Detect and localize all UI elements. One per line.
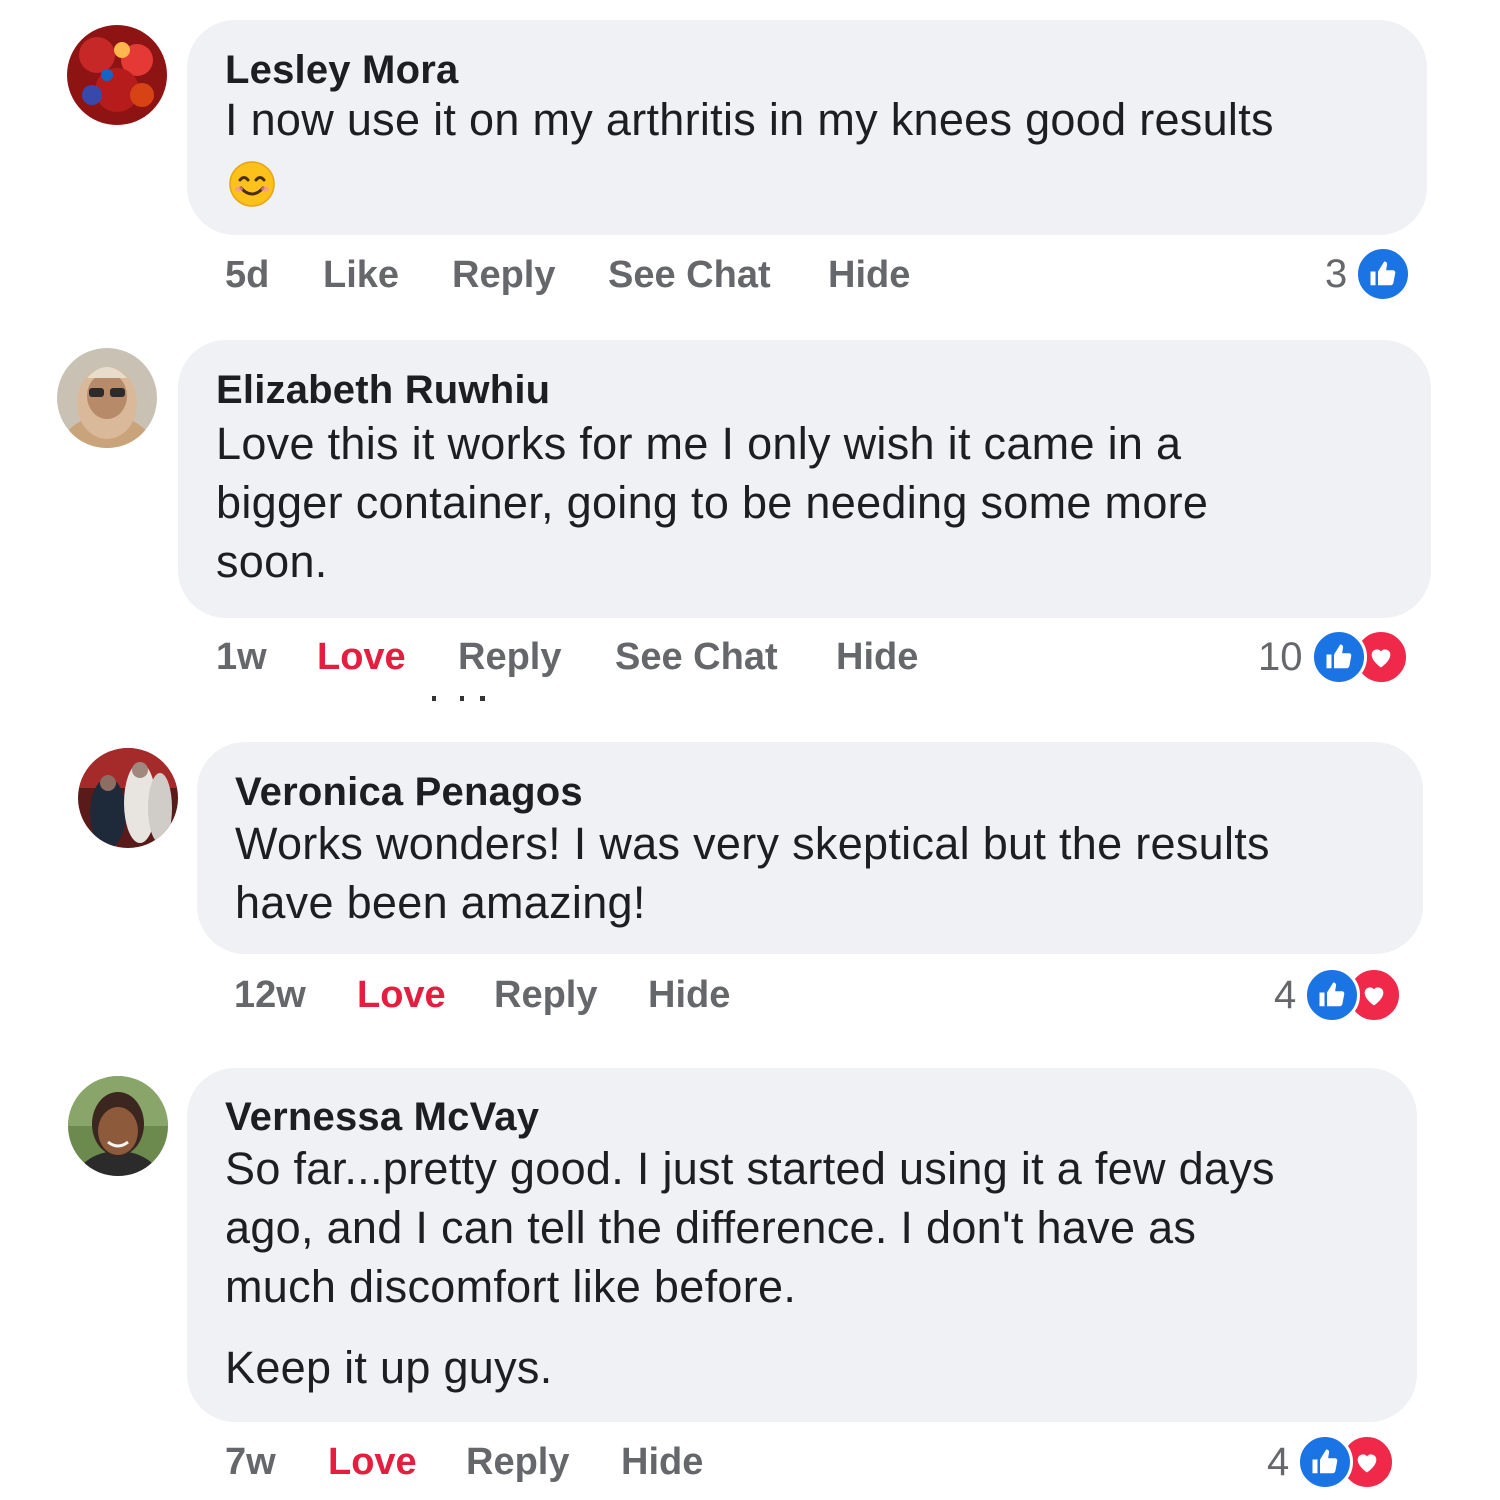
comment-author[interactable]: Veronica Penagos — [235, 770, 583, 815]
comment-text: Love this it works for me I only wish it… — [216, 414, 1208, 591]
reply-button[interactable]: Reply — [458, 636, 615, 679]
comment-timestamp[interactable]: 1w — [216, 636, 317, 679]
comment-author[interactable]: Vernessa McVay — [225, 1095, 539, 1140]
avatar-image — [68, 1076, 168, 1176]
reaction-count: 4 — [1274, 972, 1297, 1017]
comment-timestamp[interactable]: 12w — [234, 974, 357, 1017]
comment-text-line: Works wonders! I was very skeptical but … — [235, 818, 1270, 869]
reaction-count: 3 — [1325, 251, 1348, 296]
hide-button[interactable]: Hide — [836, 636, 918, 679]
like-reaction-icon — [1310, 629, 1367, 685]
comment-timestamp[interactable]: 5d — [225, 254, 323, 297]
avatar[interactable] — [57, 348, 157, 448]
comment-text-line: much discomfort like before. — [225, 1261, 797, 1312]
hide-button[interactable]: Hide — [648, 974, 730, 1017]
reaction-count: 10 — [1258, 634, 1303, 679]
reaction-summary[interactable]: 4 — [1274, 965, 1403, 1025]
reply-button[interactable]: Reply — [494, 974, 648, 1017]
comment-timestamp[interactable]: 7w — [225, 1441, 328, 1484]
avatar-image — [57, 348, 157, 448]
reaction-summary[interactable]: 4 — [1267, 1432, 1396, 1492]
comment-text: Keep it up guys. — [225, 1338, 553, 1397]
comment-text: I now use it on my arthritis in my knees… — [225, 90, 1274, 149]
comment-text: So far...pretty good. I just started usi… — [225, 1139, 1275, 1316]
comment-actions: 12w Love Reply Hide — [234, 970, 730, 1020]
comment-author[interactable]: Elizabeth Ruwhiu — [216, 368, 550, 413]
comment-actions: 7w Love Reply Hide — [225, 1437, 703, 1487]
comment-text-line: Keep it up guys. — [225, 1342, 553, 1393]
comment-actions: 5d Like Reply See Chat Hide — [225, 250, 910, 300]
avatar[interactable] — [78, 748, 178, 848]
like-button[interactable]: Like — [323, 254, 452, 297]
like-reaction-icon — [1355, 246, 1412, 302]
like-reaction-icon — [1297, 1434, 1354, 1490]
avatar-image — [78, 748, 178, 848]
comment-text-line: have been amazing! — [235, 877, 646, 928]
reply-button[interactable]: Reply — [452, 254, 608, 297]
love-button[interactable]: Love — [357, 974, 494, 1017]
comment-text-line: bigger container, going to be needing so… — [216, 477, 1209, 528]
smiling-face-emoji-icon — [229, 161, 275, 207]
comment-text-line: ago, and I can tell the difference. I do… — [225, 1202, 1197, 1253]
hide-button[interactable]: Hide — [828, 254, 910, 297]
like-reaction-icon — [1304, 967, 1361, 1023]
comment-text-line: soon. — [216, 536, 328, 587]
avatar-image — [67, 25, 167, 125]
love-button[interactable]: Love — [328, 1441, 466, 1484]
hide-button[interactable]: Hide — [621, 1441, 703, 1484]
comment-text-line: Love this it works for me I only wish it… — [216, 418, 1182, 469]
reaction-count: 4 — [1267, 1439, 1290, 1484]
comment-text: Works wonders! I was very skeptical but … — [235, 814, 1270, 932]
love-button[interactable]: Love — [317, 636, 458, 679]
comment-actions: 1w Love Reply See Chat Hide — [216, 632, 918, 682]
comment-author[interactable]: Lesley Mora — [225, 48, 458, 93]
reaction-summary[interactable]: 10 — [1258, 627, 1409, 687]
reply-button[interactable]: Reply — [466, 1441, 621, 1484]
see-chat-button[interactable]: See Chat — [615, 636, 836, 679]
avatar[interactable] — [67, 25, 167, 125]
avatar[interactable] — [68, 1076, 168, 1176]
see-chat-button[interactable]: See Chat — [608, 254, 828, 297]
comment-text-line: So far...pretty good. I just started usi… — [225, 1143, 1275, 1194]
comment-text-line: I now use it on my arthritis in my knees… — [225, 94, 1274, 145]
reaction-summary[interactable]: 3 — [1325, 244, 1412, 304]
divider-fragment — [432, 696, 485, 701]
